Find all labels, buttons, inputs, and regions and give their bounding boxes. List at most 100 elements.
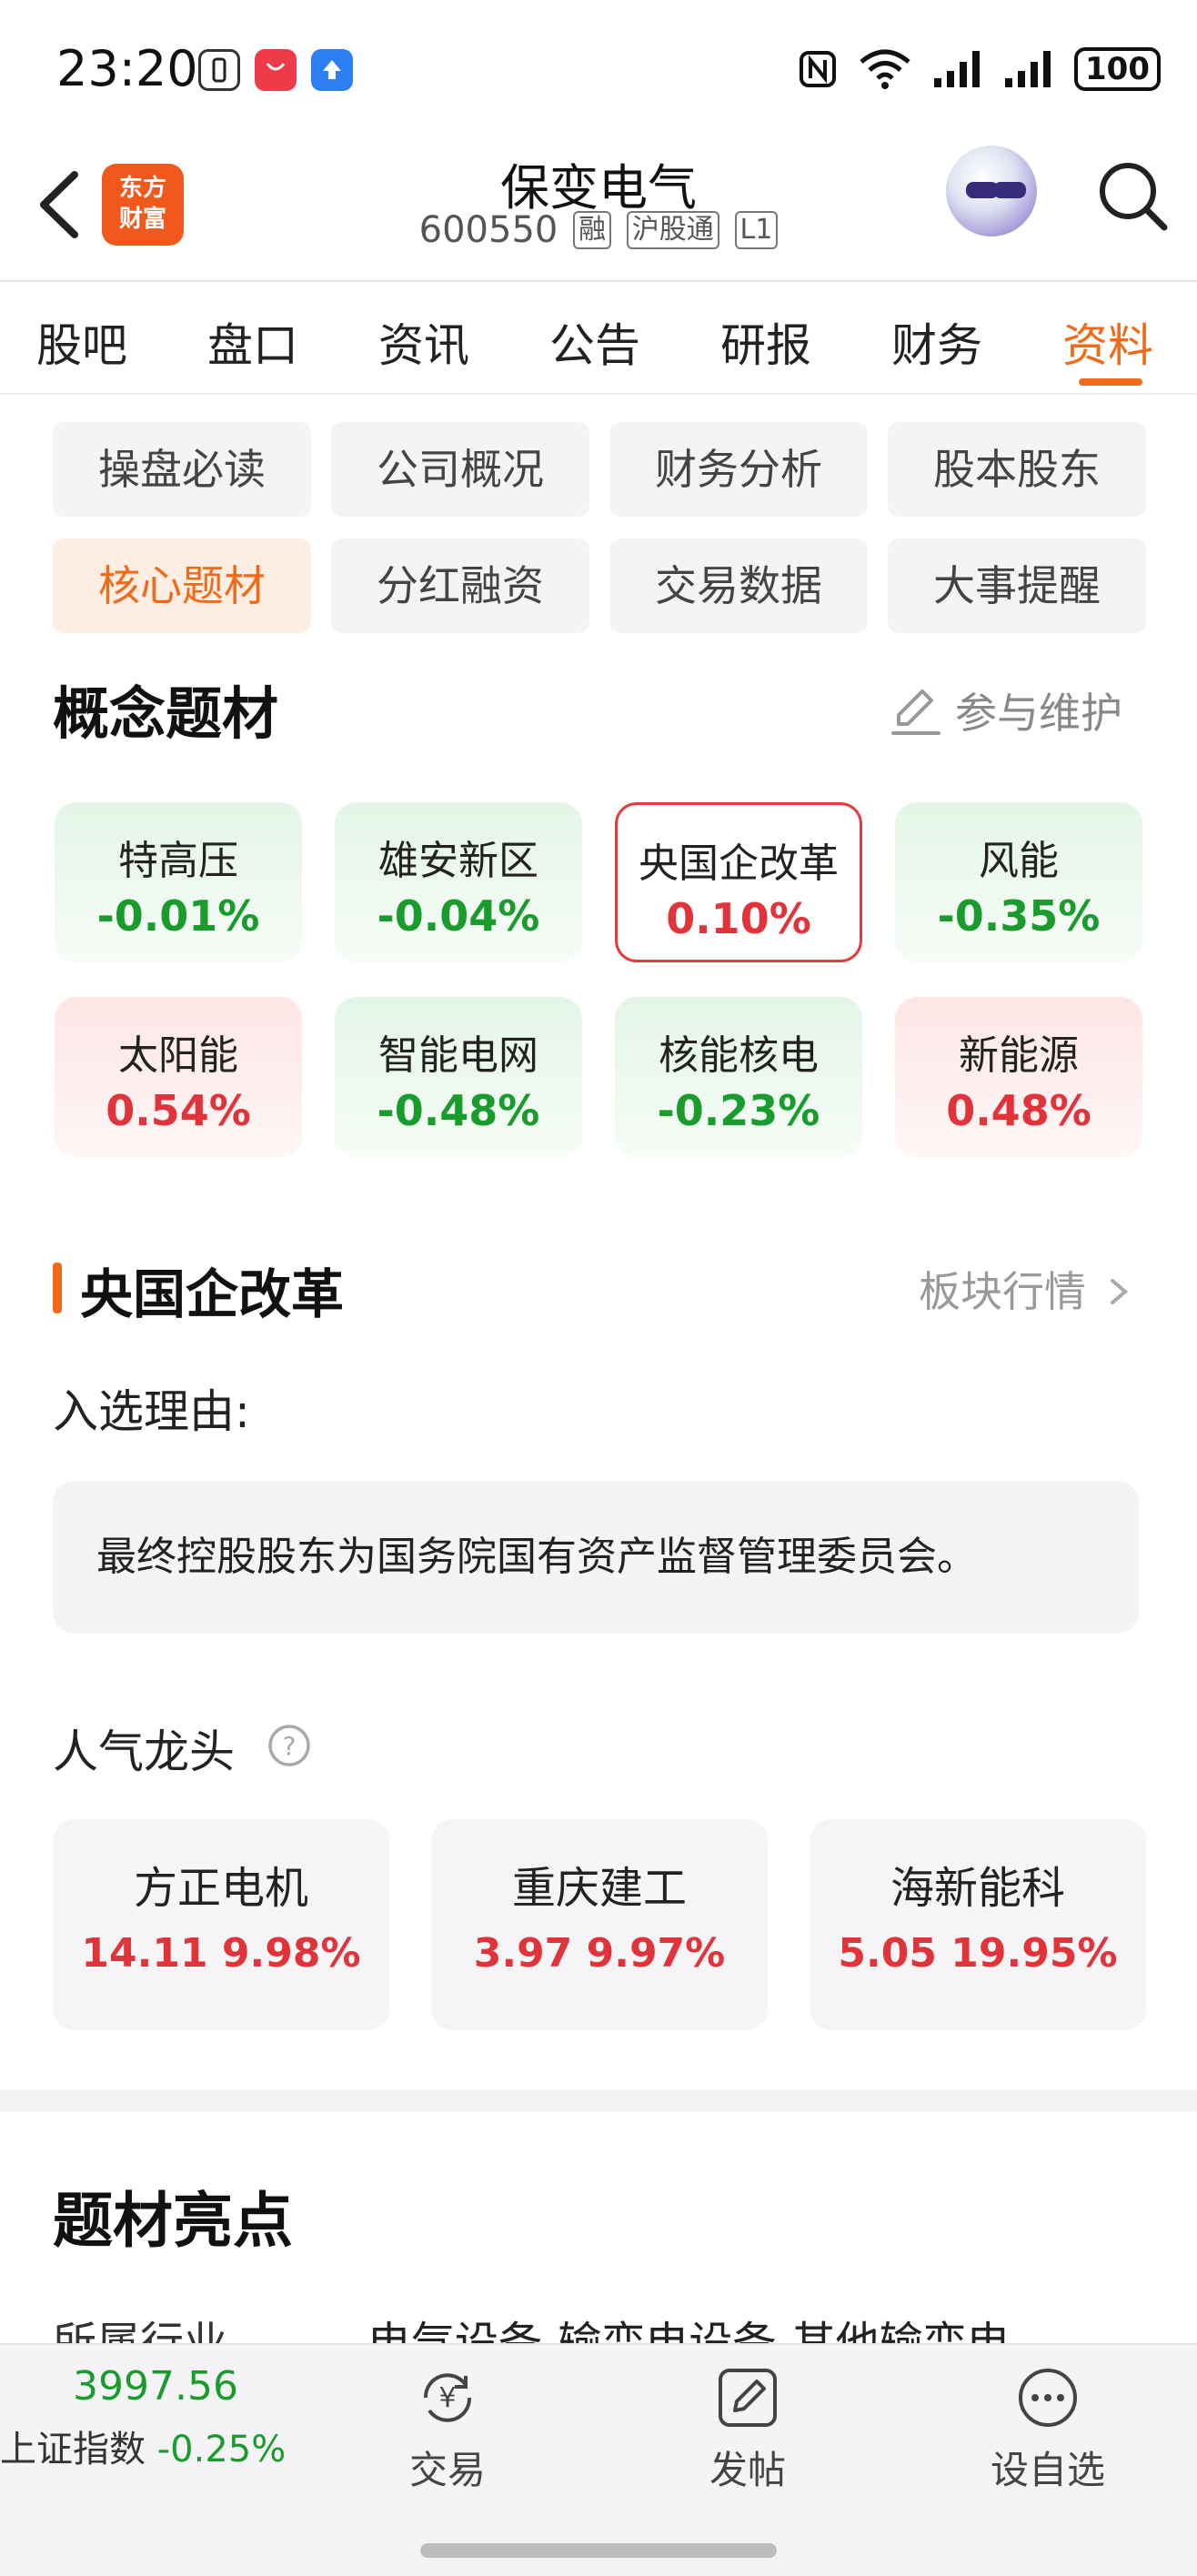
tab-indicator — [1079, 378, 1142, 386]
subtab-dividends[interactable]: 分红融资 — [331, 538, 589, 633]
status-bar: 23:20 100 — [0, 0, 1197, 136]
concept-chip-selected[interactable]: 央国企改革 0.10% — [615, 802, 862, 962]
index-value: 3997.56 — [73, 2363, 238, 2410]
subtab-core-themes[interactable]: 核心题材 — [53, 538, 311, 633]
bottom-bar: 3997.56 上证指数 -0.25% ¥ 交易 发帖 设自选 — [0, 2343, 1197, 2576]
concept-change: -0.04% — [377, 891, 540, 941]
concept-change: -0.35% — [937, 891, 1101, 941]
margin-tag: 融 — [573, 211, 612, 249]
leader-card[interactable]: 方正电机 14.11 9.98% — [53, 1819, 389, 2030]
robot-assistant-avatar[interactable] — [946, 146, 1037, 236]
subtab-trading-data[interactable]: 交易数据 — [609, 538, 868, 633]
concept-chip[interactable]: 新能源 0.48% — [895, 997, 1142, 1157]
concept-change: 0.48% — [946, 1086, 1091, 1135]
chevron-right-icon — [1110, 1279, 1128, 1304]
section-accent-bar — [53, 1263, 62, 1313]
svg-text:¥: ¥ — [438, 2382, 456, 2414]
reason-text: 最终控股股东为国务院国有资产监督管理委员会。 — [53, 1481, 1139, 1634]
status-time: 23:20 — [56, 40, 198, 97]
connect-tag: 沪股通 — [626, 211, 719, 249]
main-tabs: 股吧 盘口 资讯 公告 研报 财务 资料 — [0, 284, 1197, 395]
upload-icon — [311, 49, 353, 91]
search-icon[interactable] — [1091, 155, 1173, 236]
maintain-label: 参与维护 — [955, 689, 1122, 738]
tab-announcements[interactable]: 公告 — [549, 309, 640, 375]
subtab-company-overview[interactable]: 公司概况 — [331, 422, 589, 517]
tab-finance[interactable]: 财务 — [891, 309, 982, 375]
concept-name: 风能 — [979, 838, 1059, 884]
subtab-trading-must-read[interactable]: 操盘必读 — [53, 422, 311, 517]
detail-title: 央国企改革 — [80, 1263, 345, 1325]
app-gallery-icon — [255, 49, 297, 91]
concept-name: 新能源 — [959, 1032, 1079, 1079]
concept-chip[interactable]: 特高压 -0.01% — [55, 802, 302, 962]
leader-name: 海新能科 — [890, 1863, 1065, 1914]
index-change: -0.25% — [156, 2429, 287, 2470]
sector-link-label: 板块行情 — [919, 1267, 1086, 1316]
sector-quote-link[interactable]: 板块行情 — [919, 1259, 1136, 1319]
battery-icon: 100 — [1074, 47, 1161, 91]
level-tag: L1 — [734, 211, 779, 249]
svg-text:?: ? — [283, 1731, 297, 1761]
compose-icon — [719, 2369, 777, 2427]
wifi-icon — [860, 49, 910, 89]
leader-quote: 5.05 19.95% — [838, 1930, 1118, 1977]
concept-name: 智能电网 — [378, 1032, 538, 1079]
tab-profile[interactable]: 资料 — [1062, 309, 1153, 375]
concept-change: -0.01% — [96, 891, 260, 941]
edit-icon — [891, 689, 940, 735]
leader-card[interactable]: 重庆建工 3.97 9.97% — [431, 1819, 768, 2030]
concept-chip[interactable]: 太阳能 0.54% — [55, 997, 302, 1157]
tab-guba[interactable]: 股吧 — [36, 309, 127, 375]
subtab-shareholders[interactable]: 股本股东 — [888, 422, 1146, 517]
concept-chip[interactable]: 风能 -0.35% — [895, 802, 1142, 962]
vibrate-icon — [198, 49, 240, 91]
section-divider — [0, 2090, 1197, 2112]
leader-quote: 3.97 9.97% — [473, 1930, 726, 1977]
concept-name: 太阳能 — [118, 1032, 238, 1079]
concept-chip[interactable]: 雄安新区 -0.04% — [335, 802, 582, 962]
nfc-icon — [800, 51, 837, 87]
concept-name: 特高压 — [118, 838, 238, 884]
leader-name: 重庆建工 — [511, 1863, 687, 1914]
trade-label: 交易 — [408, 2448, 486, 2492]
stock-header: 东方 财富 保变电气 600550 融 沪股通 L1 — [0, 136, 1197, 282]
add-watchlist-button[interactable]: 设自选 — [957, 2363, 1139, 2495]
trade-button[interactable]: ¥ 交易 — [357, 2363, 538, 2495]
index-label: 上证指数 -0.25% — [0, 2420, 286, 2472]
yuan-exchange-icon: ¥ — [423, 2373, 472, 2422]
highlights-title: 题材亮点 — [53, 2186, 293, 2256]
post-button[interactable]: 发帖 — [657, 2363, 839, 2495]
concept-name: 雄安新区 — [378, 838, 538, 884]
more-icon — [1019, 2369, 1077, 2427]
subtab-events[interactable]: 大事提醒 — [888, 538, 1146, 633]
concept-change: 0.54% — [106, 1086, 251, 1135]
signal-icon-2 — [1005, 51, 1051, 87]
tab-news[interactable]: 资讯 — [378, 309, 469, 375]
stock-code: 600550 — [418, 209, 558, 251]
tab-pankou[interactable]: 盘口 — [207, 309, 298, 375]
reason-label: 入选理由: — [53, 1385, 250, 1438]
concept-name: 核能核电 — [659, 1032, 819, 1079]
leader-card[interactable]: 海新能科 5.05 19.95% — [810, 1819, 1146, 2030]
subtab-financial-analysis[interactable]: 财务分析 — [609, 422, 868, 517]
post-label: 发帖 — [709, 2448, 786, 2492]
concept-change: 0.10% — [666, 894, 811, 943]
help-icon[interactable]: ? — [266, 1722, 313, 1769]
concept-chip[interactable]: 智能电网 -0.48% — [335, 997, 582, 1157]
leaders-label: 人气龙头 — [53, 1726, 235, 1778]
leader-name: 方正电机 — [133, 1863, 308, 1914]
home-indicator[interactable] — [420, 2543, 777, 2558]
status-icons: 100 — [798, 47, 1161, 91]
index-name: 上证指数 — [0, 2429, 146, 2470]
concept-chip[interactable]: 核能核电 -0.23% — [615, 997, 862, 1157]
concept-change: -0.23% — [657, 1086, 820, 1135]
concepts-title: 概念题材 — [53, 680, 279, 747]
leader-quote: 14.11 9.98% — [81, 1930, 361, 1977]
concept-change: -0.48% — [377, 1086, 540, 1135]
concept-name: 央国企改革 — [639, 840, 839, 887]
maintain-button[interactable]: 参与维护 — [890, 680, 1122, 740]
signal-icon — [934, 51, 981, 87]
tab-research[interactable]: 研报 — [720, 309, 811, 375]
watchlist-label: 设自选 — [990, 2448, 1105, 2492]
